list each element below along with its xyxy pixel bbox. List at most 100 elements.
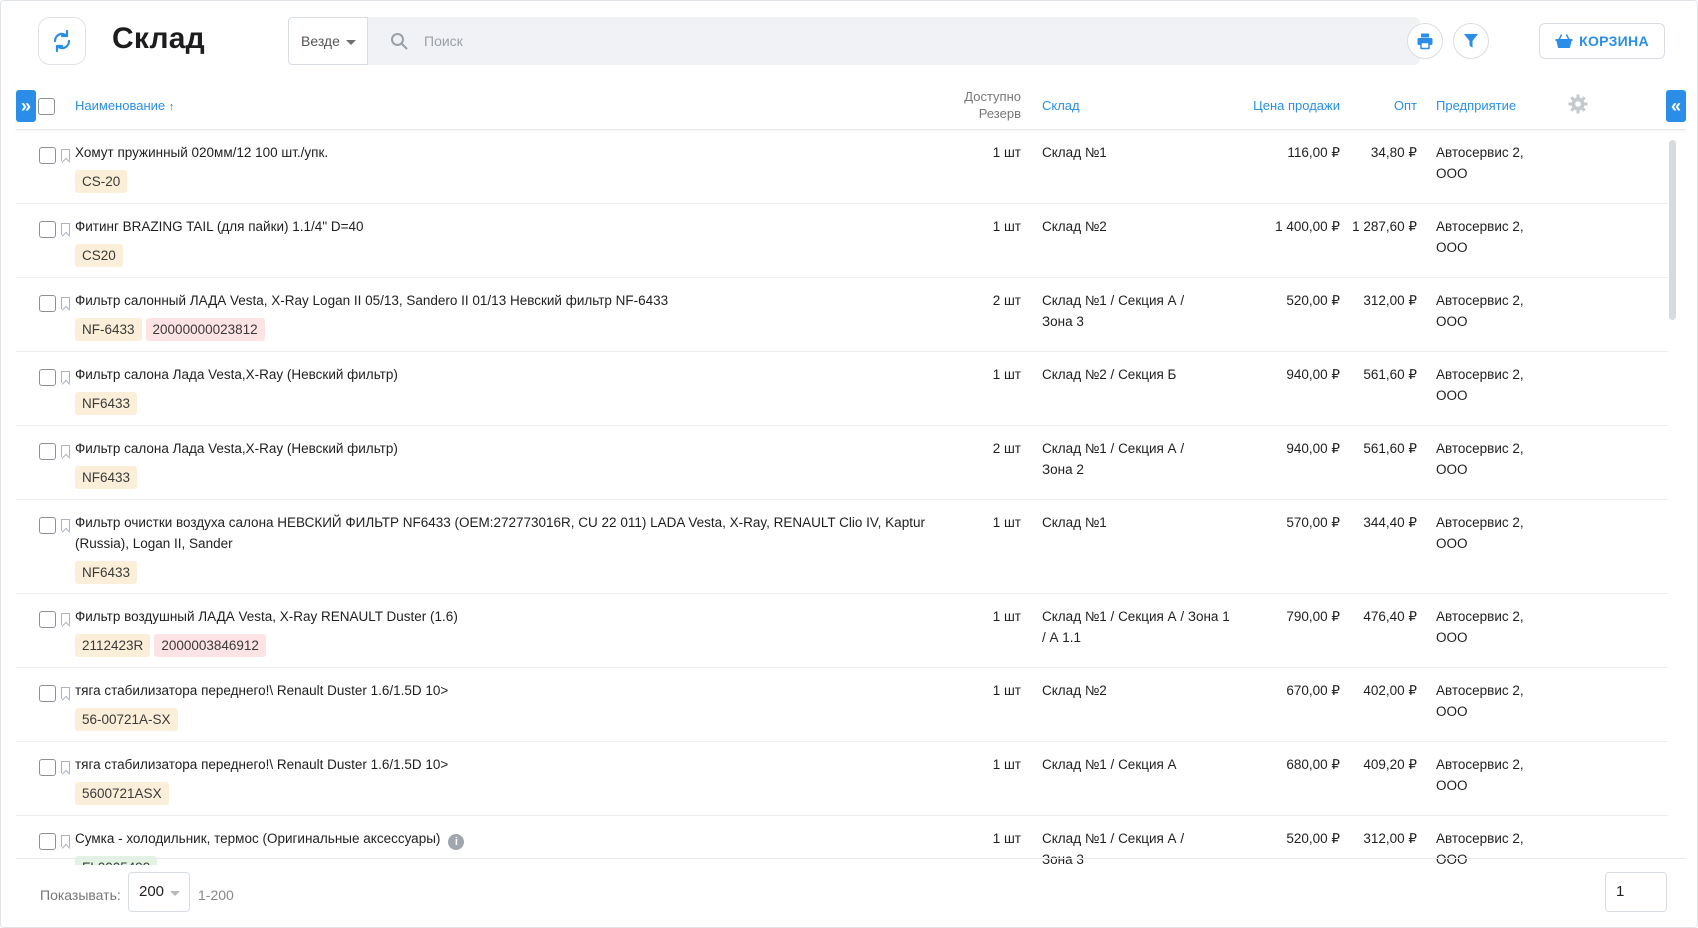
bookmark-icon[interactable] [61,613,70,625]
print-button[interactable] [1407,23,1443,59]
item-wholesale: 34,80 ₽ [1370,145,1417,160]
search-icon [391,33,408,50]
item-name[interactable]: Сумка - холодильник, термос (Оригинальны… [75,828,945,850]
item-warehouse: Склад №1 / Секция А [1042,757,1177,772]
item-available: 1 шт [992,367,1021,382]
scope-select-value: Везде [301,33,340,49]
item-name[interactable]: Фильтр салонный ЛАДА Vesta, X-Ray Logan … [75,290,945,311]
item-company: Автосервис 2, ООО [1436,683,1524,719]
item-tags: NF6433 [75,561,138,584]
scope-select[interactable]: Везде [288,17,368,65]
item-warehouse: Склад №1 / Секция А / Зона 3 [1042,293,1185,329]
bookmark-icon[interactable] [61,835,70,847]
item-available: 1 шт [992,145,1021,160]
item-name[interactable]: Фитинг BRAZING TAIL (для пайки) 1.1/4" D… [75,216,945,237]
item-price: 790,00 ₽ [1286,609,1340,624]
table-row[interactable]: тяга стабилизатора переднего!\ Renault D… [16,742,1668,816]
filter-button[interactable] [1453,23,1489,59]
item-tag: CS-20 [75,170,128,193]
column-header-wholesale[interactable]: Опт [1346,98,1417,113]
column-header-name[interactable]: Наименование ↑ [75,98,174,113]
page-number-input[interactable]: 1 [1605,872,1667,912]
bookmark-icon[interactable] [61,445,70,457]
row-checkbox[interactable] [39,759,56,776]
table-row[interactable]: Фильтр салона Лада Vesta,X-Ray (Невский … [16,426,1668,500]
table-row[interactable]: Фитинг BRAZING TAIL (для пайки) 1.1/4" D… [16,204,1668,278]
table-scrollbar[interactable] [1669,140,1676,320]
bookmark-icon[interactable] [61,223,70,235]
double-chevron-right-icon: » [20,95,31,116]
row-checkbox[interactable] [39,611,56,628]
item-name[interactable]: тяга стабилизатора переднего!\ Renault D… [75,680,945,701]
sort-arrow-up-icon: ↑ [168,101,175,113]
row-checkbox[interactable] [39,295,56,312]
printer-icon [1417,33,1433,50]
row-checkbox[interactable] [39,147,56,164]
refresh-button[interactable] [38,17,86,65]
page-size-select[interactable]: 200 [128,872,190,912]
item-barcode-tag: 2000003846912 [154,634,266,657]
item-name[interactable]: Фильтр воздушный ЛАДА Vesta, X-Ray RENAU… [75,606,945,627]
double-chevron-left-icon: « [1670,95,1681,116]
column-header-availability: Доступно Резерв [896,88,1021,122]
bookmark-icon[interactable] [61,297,70,309]
item-price: 116,00 ₽ [1287,145,1340,160]
table-row[interactable]: Хомут пружинный 020мм/12 100 шт./упк. CS… [16,130,1668,204]
item-tags: CS20 [75,244,123,267]
expand-left-button[interactable]: » [16,90,36,122]
info-icon[interactable]: i [448,834,465,850]
item-tag: NF6433 [75,561,138,584]
bookmark-icon[interactable] [61,761,70,773]
table-row[interactable]: Фильтр воздушный ЛАДА Vesta, X-Ray RENAU… [16,594,1668,668]
row-checkbox[interactable] [39,833,56,850]
item-name[interactable]: Фильтр салона Лада Vesta,X-Ray (Невский … [75,364,945,385]
item-price: 670,00 ₽ [1286,683,1340,698]
bookmark-icon[interactable] [61,687,70,699]
row-checkbox[interactable] [39,221,56,238]
column-header-price[interactable]: Цена продажи [1216,98,1340,113]
settings-gear-icon[interactable] [1568,94,1588,114]
cart-button[interactable]: КОРЗИНА [1539,23,1665,59]
table-row[interactable]: Фильтр салонный ЛАДА Vesta, X-Ray Logan … [16,278,1668,352]
item-wholesale: 312,00 ₽ [1363,293,1417,308]
bookmark-icon[interactable] [61,519,70,531]
item-company: Автосервис 2, ООО [1436,757,1524,793]
item-price: 570,00 ₽ [1286,515,1340,530]
item-name[interactable]: Фильтр очистки воздуха салона НЕВСКИЙ ФИ… [75,512,945,554]
row-checkbox[interactable] [39,369,56,386]
item-name[interactable]: тяга стабилизатора переднего!\ Renault D… [75,754,945,775]
item-warehouse: Склад №1 / Секция А / Зона 1 / А 1.1 [1042,609,1230,645]
bookmark-icon[interactable] [61,149,70,161]
select-all-checkbox[interactable] [38,98,55,115]
row-checkbox[interactable] [39,517,56,534]
column-header-warehouse[interactable]: Склад [1042,98,1080,113]
item-available: 1 шт [992,609,1021,624]
cart-button-label: КОРЗИНА [1579,33,1649,49]
item-available: 1 шт [992,683,1021,698]
item-tag: 2112423R [75,634,151,657]
expand-right-button[interactable]: « [1666,90,1686,122]
bookmark-icon[interactable] [61,371,70,383]
table-row[interactable]: тяга стабилизатора переднего!\ Renault D… [16,668,1668,742]
row-checkbox[interactable] [39,685,56,702]
item-tags: NF6433 [75,466,138,489]
item-warehouse: Склад №2 / Секция Б [1042,367,1177,382]
item-wholesale: 1 287,60 ₽ [1352,219,1417,234]
item-name[interactable]: Фильтр салона Лада Vesta,X-Ray (Невский … [75,438,945,459]
search-input[interactable] [424,33,1324,49]
chevron-down-icon [170,891,180,896]
refresh-icon [53,29,71,53]
item-tags: 5600721ASX [75,782,169,805]
item-price: 680,00 ₽ [1286,757,1340,772]
item-warehouse: Склад №1 [1042,515,1107,530]
item-wholesale: 402,00 ₽ [1363,683,1417,698]
row-checkbox[interactable] [39,443,56,460]
column-header-reserve: Резерв [978,106,1021,121]
item-company: Автосервис 2, ООО [1436,367,1524,403]
column-header-company[interactable]: Предприятие [1436,98,1516,113]
table-row[interactable]: Фильтр очистки воздуха салона НЕВСКИЙ ФИ… [16,500,1668,594]
item-name[interactable]: Хомут пружинный 020мм/12 100 шт./упк. [75,142,945,163]
table-row[interactable]: Фильтр салона Лада Vesta,X-Ray (Невский … [16,352,1668,426]
item-warehouse: Склад №2 [1042,219,1107,234]
item-available: 1 шт [992,831,1021,846]
